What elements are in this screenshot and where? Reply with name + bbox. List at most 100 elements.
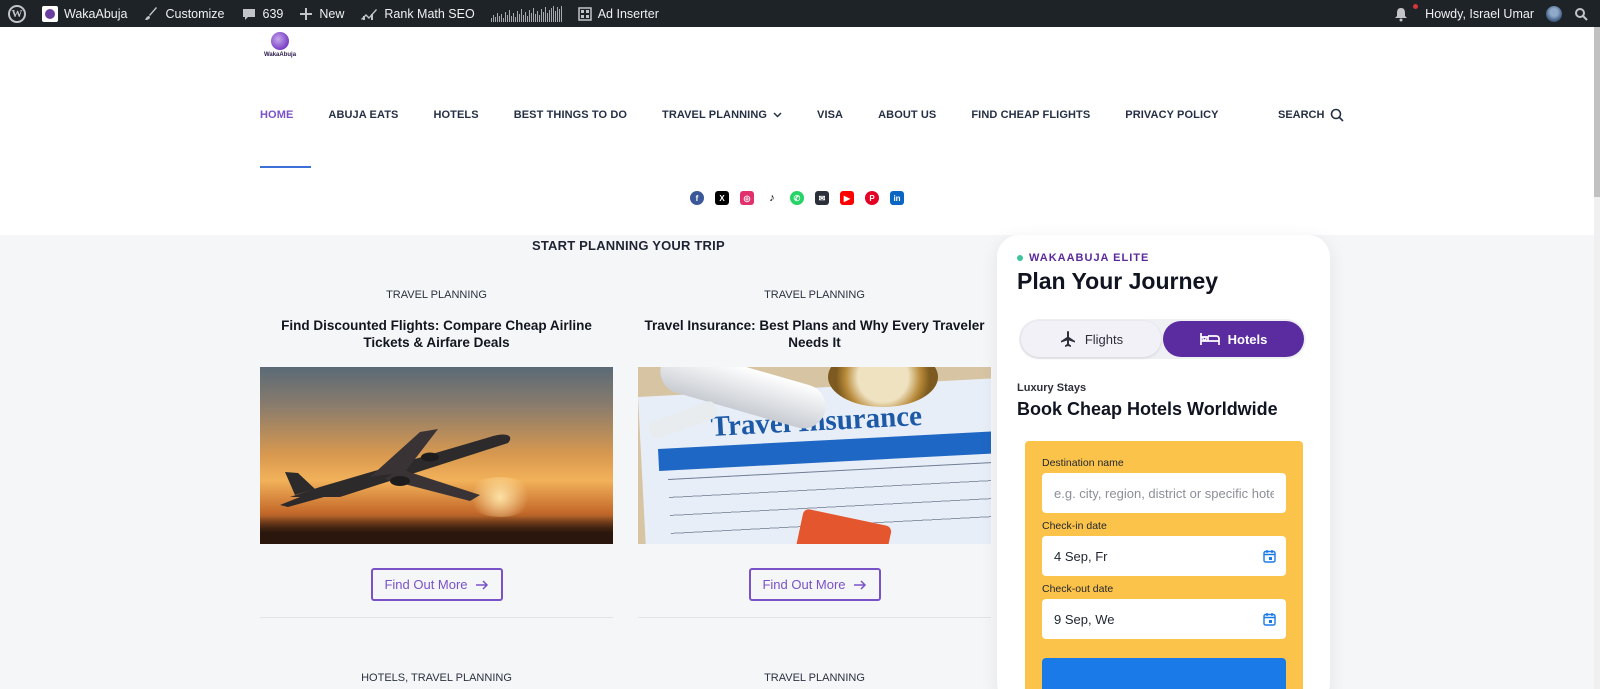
linkedin-icon[interactable]: in (890, 191, 904, 205)
wordpress-icon: W (8, 4, 26, 23)
nav-item-hotels[interactable]: HOTELS (433, 109, 478, 121)
post-title[interactable]: Find Discounted Flights: Compare Cheap A… (260, 317, 613, 351)
brush-icon (145, 6, 158, 20)
x-icon[interactable]: X (715, 191, 729, 205)
search-icon (1331, 108, 1345, 122)
post-title[interactable]: Travel Insurance: Best Plans and Why Eve… (638, 317, 991, 351)
wordpress-menu[interactable]: W (0, 0, 34, 27)
cloud-silhouette (260, 516, 613, 544)
badge-label: WAKAABUJA ELITE (1029, 252, 1150, 264)
post-image-airplane-sunset[interactable] (260, 367, 613, 544)
find-out-more-button[interactable]: Find Out More (370, 568, 503, 601)
arrow-right-icon (475, 579, 488, 590)
header-search-button[interactable]: SEARCH (1278, 105, 1345, 125)
nav-label: BEST THINGS TO DO (513, 109, 628, 121)
checkin-label: Check-in date (1042, 520, 1107, 532)
notifications-button[interactable] (1385, 0, 1419, 27)
new-label: New (319, 6, 345, 21)
post-category[interactable]: TRAVEL PLANNING (638, 672, 991, 684)
logo-orb (271, 32, 289, 50)
status-dot (1017, 255, 1023, 261)
comments-link[interactable]: 639 (233, 0, 292, 27)
nav-item-best-things-to-do[interactable]: BEST THINGS TO DO (514, 109, 627, 121)
calendar-icon[interactable] (1263, 612, 1276, 626)
checkout-label: Check-out date (1042, 583, 1114, 595)
nav-label: HOME (260, 109, 294, 121)
search-hotels-button[interactable] (1042, 658, 1286, 689)
search-label: SEARCH (1278, 109, 1325, 121)
post-category[interactable]: TRAVEL PLANNING (638, 289, 991, 301)
admin-search-button[interactable] (1566, 0, 1600, 27)
bed-icon (1199, 333, 1220, 345)
youtube-icon[interactable]: ▶ (840, 191, 854, 205)
site-icon (42, 5, 58, 22)
tab-label: Flights (1084, 331, 1124, 347)
instagram-icon[interactable]: ◎ (740, 191, 754, 205)
post-card: TRAVEL PLANNING Find Discounted Flights:… (260, 289, 613, 618)
calendar-icon[interactable] (1263, 549, 1276, 563)
nav-label: HOTELS (433, 109, 479, 121)
nav-label: TRAVEL PLANNING (662, 109, 768, 121)
avatar (1546, 5, 1562, 22)
checkout-value: 9 Sep, We (1054, 611, 1115, 627)
nav-item-abuja-eats[interactable]: ABUJA EATS (328, 109, 398, 121)
destination-label: Destination name (1042, 457, 1124, 469)
my-account-menu[interactable]: Howdy, Israel Umar (1417, 0, 1566, 27)
tab-flights[interactable]: Flights (1021, 321, 1161, 357)
nav-item-travel-planning[interactable]: TRAVEL PLANNING (662, 109, 782, 121)
scrollbar-thumb[interactable] (1594, 27, 1600, 197)
arrow-right-icon (853, 579, 866, 590)
new-content-link[interactable]: New (291, 0, 352, 27)
airplane-icon (1060, 331, 1075, 347)
nav-label: FIND CHEAP FLIGHTS (971, 109, 1091, 121)
logo-text: WakaAbuja (263, 52, 297, 58)
whatsapp-icon[interactable]: ✆ (790, 191, 804, 205)
tab-label: Hotels (1227, 331, 1268, 347)
facebook-icon[interactable]: f (690, 191, 704, 205)
hotel-search-form: Destination name e.g. city, region, dist… (1025, 441, 1303, 689)
stats-sparkline[interactable] (483, 0, 570, 27)
nav-label: ABOUT US (878, 109, 937, 121)
checkin-value: 4 Sep, Fr (1054, 548, 1108, 564)
chevron-down-icon (773, 112, 782, 118)
page-scrollbar[interactable] (1594, 27, 1600, 689)
ad-inserter-link[interactable]: Ad Inserter (570, 0, 667, 27)
find-out-more-button[interactable]: Find Out More (748, 568, 881, 601)
comments-count: 639 (262, 6, 284, 21)
search-icon (1575, 7, 1588, 21)
checkin-date-field[interactable]: 4 Sep, Fr (1042, 536, 1286, 576)
nav-label: VISA (817, 109, 844, 121)
pinterest-icon[interactable]: P (865, 191, 879, 205)
nav-item-about-us[interactable]: ABOUT US (878, 109, 936, 121)
site-name-label: WakaAbuja (64, 6, 128, 21)
post-category[interactable]: TRAVEL PLANNING (260, 289, 613, 301)
rank-math-label: Rank Math SEO (384, 6, 475, 21)
site-logo[interactable]: WakaAbuja (263, 32, 297, 66)
widget-title: Plan Your Journey (1017, 268, 1219, 294)
post-card: TRAVEL PLANNING Travel Insurance: Best P… (638, 289, 991, 618)
button-label: Find Out More (762, 577, 846, 592)
nav-item-home[interactable]: HOME (260, 109, 293, 121)
post-image-travel-insurance[interactable]: Travel Insurance (638, 367, 991, 544)
site-name-link[interactable]: WakaAbuja (34, 0, 135, 27)
nav-item-find-cheap-flights[interactable]: FIND CHEAP FLIGHTS (971, 109, 1090, 121)
social-links: f X ◎ ♪ ✆ ✉ ▶ P in (690, 191, 904, 205)
elite-badge: WAKAABUJA ELITE (1017, 252, 1149, 264)
post-category[interactable]: HOTELS, TRAVEL PLANNING (260, 672, 613, 684)
customize-label: Customize (165, 6, 225, 21)
email-icon[interactable]: ✉ (815, 191, 829, 205)
checkout-date-field[interactable]: 9 Sep, We (1042, 599, 1286, 639)
nav-label: ABUJA EATS (328, 109, 399, 121)
tiktok-icon[interactable]: ♪ (765, 191, 779, 205)
widget-subtitle: Luxury Stays (1017, 382, 1087, 394)
bell-icon (1395, 7, 1408, 21)
customize-link[interactable]: Customize (135, 0, 232, 27)
nav-item-privacy-policy[interactable]: PRIVACY POLICY (1125, 109, 1218, 121)
airplane-silhouette (280, 429, 511, 507)
nav-item-visa[interactable]: VISA (817, 109, 843, 121)
comment-icon (242, 8, 255, 20)
rank-math-link[interactable]: Rank Math SEO (352, 0, 482, 27)
active-nav-indicator (260, 166, 311, 168)
destination-input[interactable]: e.g. city, region, district or specific … (1042, 473, 1286, 513)
tab-hotels[interactable]: Hotels (1163, 321, 1304, 357)
